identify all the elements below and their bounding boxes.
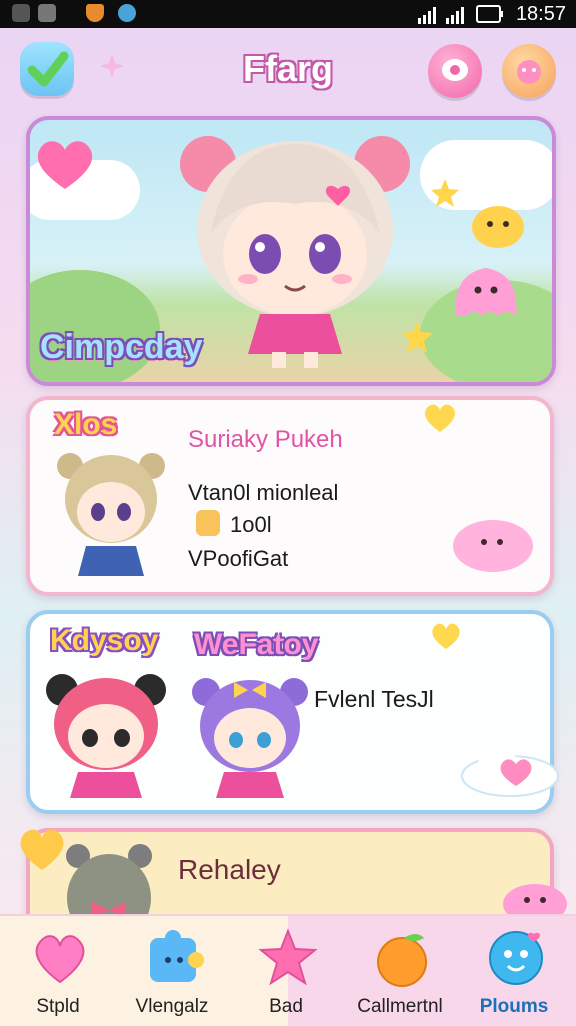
yellow-blob-icon <box>472 206 524 248</box>
nav-item-vlengalz[interactable]: Vlengalz <box>116 916 228 1026</box>
coin-icon <box>196 510 220 536</box>
chibi-character <box>192 678 308 798</box>
star-icon <box>431 179 459 207</box>
sync-icon <box>118 4 136 22</box>
stat-line: Vtan0l mionleal <box>188 480 339 505</box>
duo-text: Fvlenl TesJl <box>314 686 434 712</box>
notification-icon <box>12 4 30 22</box>
heart-icon <box>424 404 456 432</box>
chat-button[interactable] <box>428 44 482 98</box>
character-name: Suriaky Pukeh <box>188 426 343 453</box>
nav-label: Ploums <box>479 996 549 1017</box>
stat-line: 1o0l <box>230 512 272 537</box>
chat-bubble-icon <box>442 59 468 81</box>
bottom-nav: Stpld Vlengalz Bad Callmertnl Ploums <box>0 914 576 1026</box>
nav-item-ploums[interactable]: Ploums <box>458 916 570 1026</box>
profile-button[interactable] <box>502 44 556 98</box>
puzzle-icon <box>150 930 204 982</box>
app-header: Ffarg <box>0 28 576 114</box>
blob-character-icon <box>489 931 543 985</box>
nav-item-bad[interactable]: Bad <box>230 916 342 1026</box>
heart-icon <box>37 141 93 189</box>
stat-line: VPoofiGat <box>188 546 289 571</box>
nav-label: Bad <box>269 996 303 1017</box>
label-left: Kdysoy <box>50 624 159 657</box>
orange-fruit-icon <box>377 934 427 987</box>
nav-label: Callmertnl <box>357 996 443 1017</box>
nav-label: Vlengalz <box>135 996 209 1017</box>
battery-icon <box>476 5 503 23</box>
hero-label: Cimpcday <box>40 328 203 366</box>
character-card[interactable]: Xlos Suriaky Pukeh Vtan0l mionleal 1o0l … <box>26 396 554 596</box>
hero-banner[interactable]: Cimpcday <box>26 116 556 386</box>
heart-icon <box>432 623 460 649</box>
pink-blob-icon <box>455 268 517 316</box>
chibi-character <box>180 136 410 368</box>
clock: 18:57 <box>515 3 566 25</box>
chibi-character <box>46 674 166 798</box>
label-right: WeFatoy <box>194 628 319 661</box>
card-badge: Xlos <box>54 408 118 441</box>
nav-item-stpld[interactable]: Stpld <box>2 916 114 1026</box>
duo-card[interactable]: Kdysoy WeFatoy Fvlenl TesJl <box>26 610 559 814</box>
qr-icon <box>38 4 56 22</box>
star-icon <box>258 928 318 986</box>
cloud-heart-icon <box>461 746 559 797</box>
nav-label: Stpld <box>36 996 80 1017</box>
nav-item-callmertnl[interactable]: Callmertnl <box>344 916 456 1026</box>
signal-icon <box>418 7 464 24</box>
status-bar: 18:57 <box>0 0 576 28</box>
heart-icon <box>35 935 85 984</box>
ghost-icon <box>453 520 533 572</box>
card-title: Rehaley <box>178 854 281 885</box>
shield-icon <box>86 4 104 22</box>
app-title: Ffarg <box>243 48 333 89</box>
character-icon <box>517 60 541 84</box>
chibi-character <box>57 453 165 576</box>
